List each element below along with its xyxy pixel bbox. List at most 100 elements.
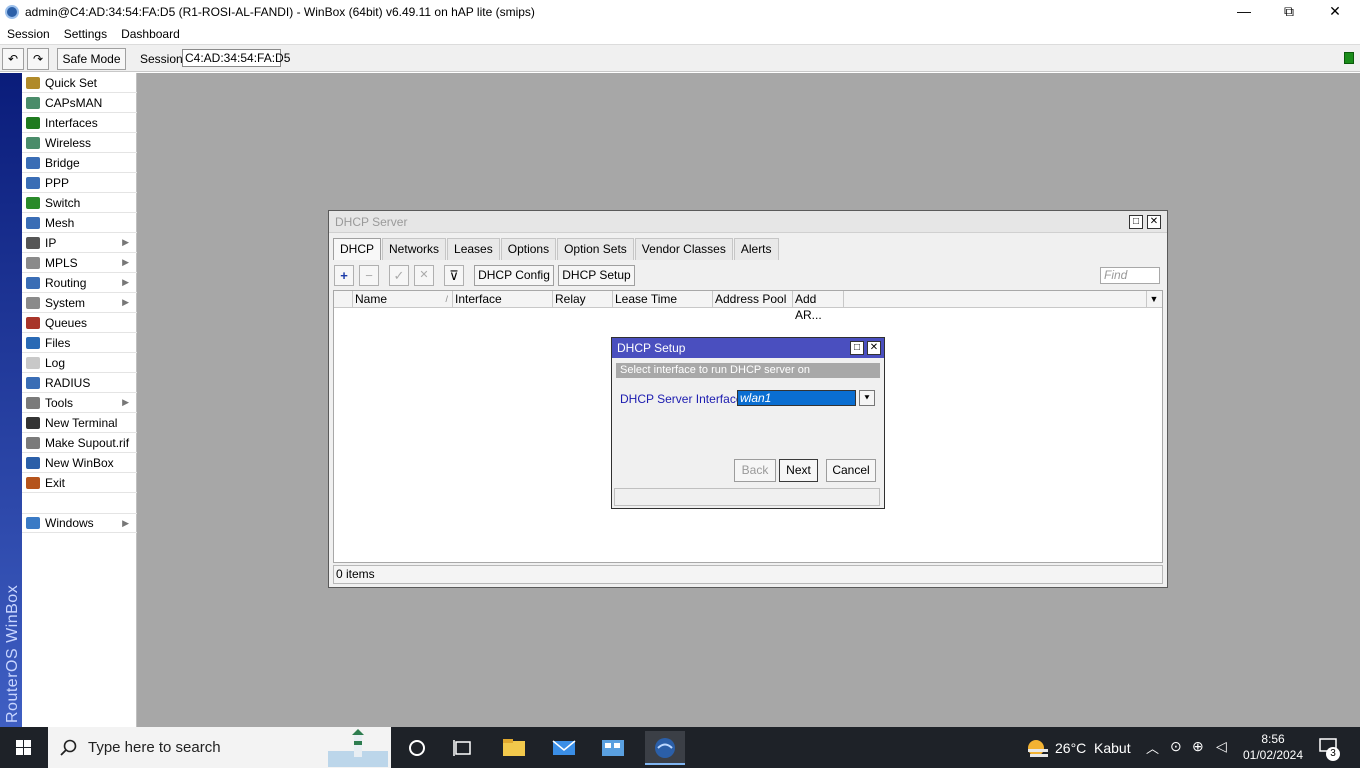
safe-mode-button[interactable]: Safe Mode — [57, 48, 126, 70]
interface-dropdown-icon[interactable]: ⯆ — [859, 390, 875, 406]
file-explorer-button[interactable] — [497, 731, 531, 765]
maximize-icon[interactable]: □ — [1129, 215, 1143, 229]
chevron-up-icon[interactable]: ︿ — [1146, 738, 1159, 757]
add-button[interactable]: + — [334, 265, 354, 286]
sidebar-item-log[interactable]: Log — [22, 353, 137, 373]
weather-temp[interactable]: 26°C — [1055, 740, 1086, 756]
minimize-button[interactable]: — — [1221, 0, 1267, 24]
column-add-arp[interactable]: Add AR... — [792, 291, 844, 322]
tab-leases[interactable]: Leases — [447, 238, 500, 260]
sidebar-item-label: RADIUS — [45, 375, 91, 390]
brand-stripe: RouterOS WinBox — [0, 73, 22, 727]
tab-networks[interactable]: Networks — [382, 238, 447, 260]
back-button[interactable]: Back — [734, 459, 776, 482]
menu-dashboard[interactable]: Dashboard — [121, 27, 180, 41]
tab-options[interactable]: Options — [500, 238, 557, 260]
columns-dropdown-icon[interactable]: ▼ — [1146, 291, 1161, 307]
tab-alerts[interactable]: Alerts — [733, 238, 779, 260]
sidebar-item-routing[interactable]: Routing ▶ — [22, 273, 137, 293]
network-icon[interactable]: ⊙ — [1170, 738, 1182, 755]
column-relay[interactable]: Relay — [552, 291, 612, 307]
next-button[interactable]: Next — [779, 459, 818, 482]
sidebar-item-wireless[interactable]: Wireless — [22, 133, 137, 153]
dhcp-server-title-bar[interactable]: DHCP Server □ ✕ — [329, 211, 1167, 233]
sidebar-item-switch[interactable]: Switch — [22, 193, 137, 213]
weather-text[interactable]: Kabut — [1094, 740, 1131, 756]
sidebar-item-windows[interactable]: Windows ▶ — [22, 513, 137, 533]
sidebar-item-ppp[interactable]: PPP — [22, 173, 137, 193]
sidebar-item-label: Switch — [45, 195, 81, 210]
sidebar-item-new-winbox[interactable]: New WinBox — [22, 453, 137, 473]
sidebar-item-queues[interactable]: Queues — [22, 313, 137, 333]
task-view-button[interactable] — [400, 731, 434, 765]
setup-close-icon[interactable]: ✕ — [867, 341, 881, 355]
column-interface[interactable]: Interface — [452, 291, 552, 307]
clock[interactable]: 8:56 01/02/2024 — [1240, 731, 1306, 763]
sidebar-item-label: System — [45, 295, 86, 310]
dhcp-toolbar: + − ✓ ✕ ⊽ DHCP Config DHCP Setup Find — [333, 264, 1163, 288]
dhcp-setup-button[interactable]: DHCP Setup — [558, 265, 635, 286]
menu-session[interactable]: Session — [7, 27, 50, 41]
globe-icon[interactable]: ⊕ — [1192, 738, 1204, 755]
sidebar-item-mesh[interactable]: Mesh — [22, 213, 137, 233]
sidebar-item-interfaces[interactable]: Interfaces — [22, 113, 137, 133]
dhcp-server-title: DHCP Server — [335, 215, 408, 229]
disable-button[interactable]: ✕ — [414, 265, 434, 286]
remove-button[interactable]: − — [359, 265, 379, 286]
dhcp-setup-title-bar[interactable]: DHCP Setup □ ✕ — [612, 338, 884, 358]
column-address-pool[interactable]: Address Pool — [712, 291, 792, 307]
search-icon — [60, 739, 77, 756]
close-icon[interactable]: ✕ — [1147, 215, 1161, 229]
undo-button[interactable]: ↶ — [2, 48, 24, 70]
volume-muted-icon[interactable]: ◁ — [1216, 738, 1227, 755]
sidebar-item-quick-set[interactable]: Quick Set — [22, 73, 137, 93]
gear-icon — [26, 296, 40, 309]
mail-button[interactable] — [547, 731, 581, 765]
sidebar-item-ip[interactable]: IP ▶ — [22, 233, 137, 253]
sidebar-item-label: MPLS — [45, 255, 78, 270]
filter-button[interactable]: ⊽ — [444, 265, 464, 286]
sidebar-item-mpls[interactable]: MPLS ▶ — [22, 253, 137, 273]
close-button[interactable]: ✕ — [1312, 0, 1358, 24]
sidebar-item-label: CAPsMAN — [45, 95, 103, 110]
tab-dhcp[interactable]: DHCP — [333, 238, 382, 260]
column-lease-time[interactable]: Lease Time — [612, 291, 712, 307]
sidebar-item-label: Windows — [45, 516, 94, 530]
sidebar-item-radius[interactable]: RADIUS — [22, 373, 137, 393]
sidebar-item-new-terminal[interactable]: New Terminal — [22, 413, 137, 433]
maximize-button[interactable]: ⧉ — [1266, 0, 1312, 24]
dhcp-server-interface-select[interactable]: wlan1 — [737, 390, 856, 406]
find-input[interactable]: Find — [1100, 267, 1160, 284]
mpls-icon — [26, 256, 40, 269]
sidebar-item-system[interactable]: System ▶ — [22, 293, 137, 313]
redo-button[interactable]: ↷ — [27, 48, 49, 70]
timeline-button[interactable] — [446, 731, 480, 765]
control-panel-button[interactable] — [596, 731, 630, 765]
tab-option-sets[interactable]: Option Sets — [557, 238, 634, 260]
tab-vendor-classes[interactable]: Vendor Classes — [634, 238, 733, 260]
brand-text: RouterOS WinBox — [4, 584, 21, 723]
sidebar-item-bridge[interactable]: Bridge — [22, 153, 137, 173]
start-button[interactable] — [0, 727, 48, 768]
setup-maximize-icon[interactable]: □ — [850, 341, 864, 355]
dhcp-config-button[interactable]: DHCP Config — [474, 265, 554, 286]
supout-icon — [26, 436, 40, 449]
column-name[interactable]: Name / — [352, 291, 452, 307]
sidebar-item-exit[interactable]: Exit — [22, 473, 137, 493]
clock-date: 01/02/2024 — [1242, 748, 1304, 762]
winbox-taskbar-button[interactable] — [645, 731, 685, 765]
title-bar: admin@C4:AD:34:54:FA:D5 (R1-ROSI-AL-FAND… — [0, 0, 1360, 24]
taskbar-search-box[interactable]: Type here to search — [48, 727, 391, 768]
sidebar-item-capsman[interactable]: CAPsMAN — [22, 93, 137, 113]
ppp-icon — [26, 176, 40, 189]
sidebar-item-tools[interactable]: Tools ▶ — [22, 393, 137, 413]
enable-button[interactable]: ✓ — [389, 265, 409, 286]
mail-icon — [552, 740, 576, 755]
folder-icon — [26, 336, 40, 349]
cancel-button[interactable]: Cancel — [826, 459, 876, 482]
session-field[interactable]: C4:AD:34:54:FA:D5 — [182, 49, 290, 67]
sidebar-item-files[interactable]: Files — [22, 333, 137, 353]
notification-button[interactable]: 3 — [1318, 737, 1340, 761]
sidebar-item-make-supout-rif[interactable]: Make Supout.rif — [22, 433, 137, 453]
menu-settings[interactable]: Settings — [64, 27, 107, 41]
